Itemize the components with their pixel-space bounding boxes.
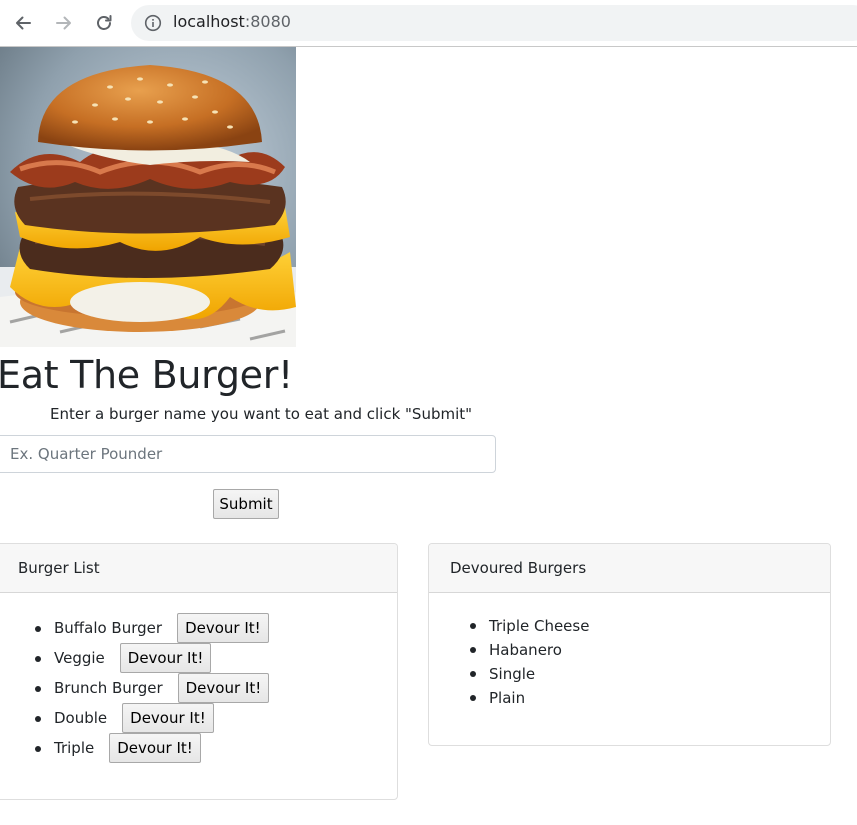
submit-button[interactable]: Submit	[213, 489, 279, 519]
burger-name: Veggie	[54, 649, 105, 667]
address-bar[interactable]: localhost:8080	[131, 5, 857, 41]
burger-list-body: Buffalo Burger Devour It! Veggie Devour It!…	[0, 593, 397, 763]
devoured-body: Triple Cheese Habanero Single Plain	[429, 593, 830, 710]
list-item: Veggie Devour It!	[0, 643, 397, 673]
burger-list: Buffalo Burger Devour It! Veggie Devour It!…	[0, 593, 397, 763]
burger-name: Double	[54, 709, 108, 727]
burger-name-input[interactable]	[0, 435, 496, 473]
url-host: localhost	[173, 12, 245, 31]
devoured-header: Devoured Burgers	[429, 544, 830, 593]
url-port: :8080	[244, 12, 291, 31]
devour-button[interactable]: Devour It!	[177, 613, 269, 643]
browser-toolbar: localhost:8080	[0, 0, 857, 47]
burger-name: Triple	[54, 739, 95, 757]
reload-icon[interactable]	[92, 11, 116, 35]
burger-name: Buffalo Burger	[54, 619, 163, 637]
url-text: localhost:8080	[173, 12, 291, 31]
devoured-card: Devoured Burgers Triple Cheese Habanero Si…	[428, 543, 831, 746]
devoured-item: Triple Cheese	[429, 614, 830, 638]
devoured-item: Habanero	[429, 638, 830, 662]
devour-button[interactable]: Devour It!	[177, 673, 270, 703]
burger-name: Brunch Burger	[54, 679, 163, 697]
devoured-list: Triple Cheese Habanero Single Plain	[429, 593, 830, 710]
list-item: Brunch Burger Devour It!	[0, 673, 397, 703]
list-item: Buffalo Burger Devour It!	[0, 613, 397, 643]
burger-list-card: Burger List Buffalo Burger Devour It! Vegg…	[0, 543, 398, 800]
devoured-item: Single	[429, 662, 830, 686]
burger-image	[0, 47, 296, 347]
back-arrow-icon[interactable]	[11, 11, 35, 35]
forward-arrow-icon[interactable]	[52, 11, 76, 35]
devour-button[interactable]: Devour It!	[109, 733, 201, 763]
burger-list-header: Burger List	[0, 544, 397, 593]
devour-button[interactable]: Devour It!	[119, 643, 212, 673]
list-item: Triple Devour It!	[0, 733, 397, 763]
instructions-text: Enter a burger name you want to eat and …	[50, 405, 473, 423]
devoured-item: Plain	[429, 686, 830, 710]
page-title: Eat The Burger!	[0, 353, 293, 397]
info-icon[interactable]	[144, 14, 162, 32]
devour-button[interactable]: Devour It!	[122, 703, 214, 733]
list-item: Double Devour It!	[0, 703, 397, 733]
